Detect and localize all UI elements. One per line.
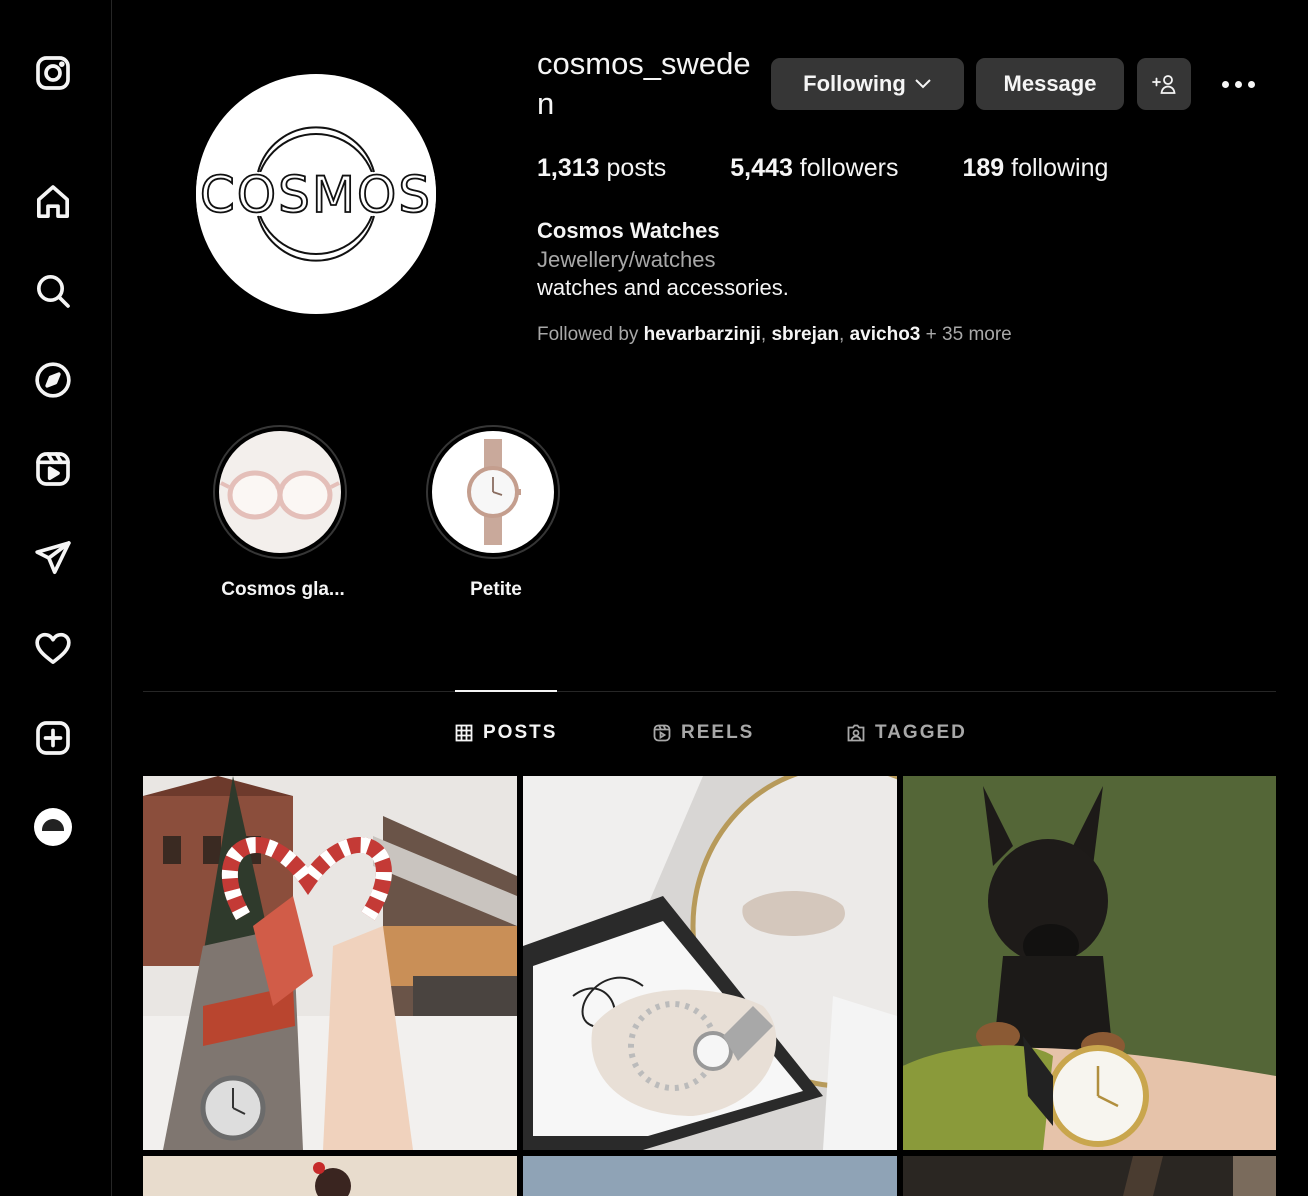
followed-by-text[interactable]: Followed by hevarbarzinji, sbrejan, avic… xyxy=(537,324,1012,346)
profile-full-name: Cosmos Watches xyxy=(537,218,720,243)
message-button[interactable]: Message xyxy=(976,58,1124,110)
grid-icon xyxy=(455,724,473,742)
following-stat[interactable]: 189 following xyxy=(962,154,1108,183)
tagged-icon xyxy=(847,724,865,742)
notifications-icon[interactable] xyxy=(30,625,76,671)
tab-reels[interactable]: REELS xyxy=(653,722,754,744)
tab-label: POSTS xyxy=(483,722,558,743)
tab-tagged[interactable]: TAGGED xyxy=(847,722,967,744)
highlight-cosmos-glasses[interactable]: Cosmos gla... xyxy=(213,425,353,601)
post-thumbnail-6[interactable] xyxy=(903,1156,1276,1196)
reels-icon xyxy=(653,724,671,742)
chevron-down-icon xyxy=(915,79,931,89)
explore-icon[interactable] xyxy=(30,357,76,403)
christmas-candy-cane-photo xyxy=(143,776,517,1150)
tabs-divider xyxy=(143,691,1276,692)
suggested-users-button[interactable] xyxy=(1137,58,1191,110)
add-user-icon xyxy=(1152,75,1176,94)
post-thumbnail-5[interactable] xyxy=(523,1156,897,1196)
puppy-watch-photo xyxy=(903,776,1276,1150)
follower-name: sbrejan xyxy=(771,324,840,345)
highlight-label: Petite xyxy=(470,579,522,600)
profile-avatar[interactable]: COSMOS xyxy=(196,74,436,314)
cosmos-logo-icon: COSMOS xyxy=(196,126,436,262)
post-thumbnail-1[interactable] xyxy=(143,776,517,1150)
follower-name: avicho3 xyxy=(849,324,921,345)
highlight-petite[interactable]: Petite xyxy=(426,425,566,601)
tab-label: TAGGED xyxy=(875,722,967,743)
more-options-icon[interactable] xyxy=(1214,66,1262,102)
svg-text:COSMOS: COSMOS xyxy=(200,166,432,224)
profile-category: Jewellery/watches xyxy=(537,247,716,272)
glasses-thumbnail xyxy=(220,470,340,520)
profile-stats: 1,313 posts 5,443 followers 189 followin… xyxy=(537,154,1172,183)
post-thumbnail-4[interactable] xyxy=(143,1156,517,1196)
post-thumbnail-2[interactable] xyxy=(523,776,897,1150)
jewelry-dish-photo xyxy=(523,776,897,1150)
tab-label: REELS xyxy=(681,722,755,743)
tab-posts[interactable]: POSTS xyxy=(455,722,557,744)
home-icon[interactable] xyxy=(30,179,76,225)
watch-thumbnail xyxy=(467,439,521,545)
active-tab-indicator xyxy=(455,690,557,692)
post-thumbnail-4-image xyxy=(313,1162,351,1196)
post-thumbnail-3[interactable] xyxy=(903,776,1276,1150)
profile-username: cosmos_sweden xyxy=(537,46,751,121)
follower-name: hevarbarzinji xyxy=(643,324,761,345)
posts-stat: 1,313 posts xyxy=(537,154,667,182)
instagram-logo-icon[interactable] xyxy=(30,50,76,96)
create-icon[interactable] xyxy=(30,715,76,761)
highlight-label: Cosmos gla... xyxy=(221,579,345,600)
following-button-label: Following xyxy=(803,71,906,96)
profile-avatar-icon[interactable] xyxy=(30,804,76,850)
profile-bio: watches and accessories. xyxy=(537,275,789,300)
message-button-label: Message xyxy=(1003,71,1097,96)
messages-icon[interactable] xyxy=(30,535,76,581)
reels-icon[interactable] xyxy=(30,446,76,492)
post-thumbnail-6-image xyxy=(1123,1156,1276,1196)
following-button[interactable]: Following xyxy=(771,58,964,110)
sidebar xyxy=(0,0,112,1196)
followers-stat[interactable]: 5,443 followers xyxy=(730,154,898,183)
search-icon[interactable] xyxy=(30,268,76,314)
